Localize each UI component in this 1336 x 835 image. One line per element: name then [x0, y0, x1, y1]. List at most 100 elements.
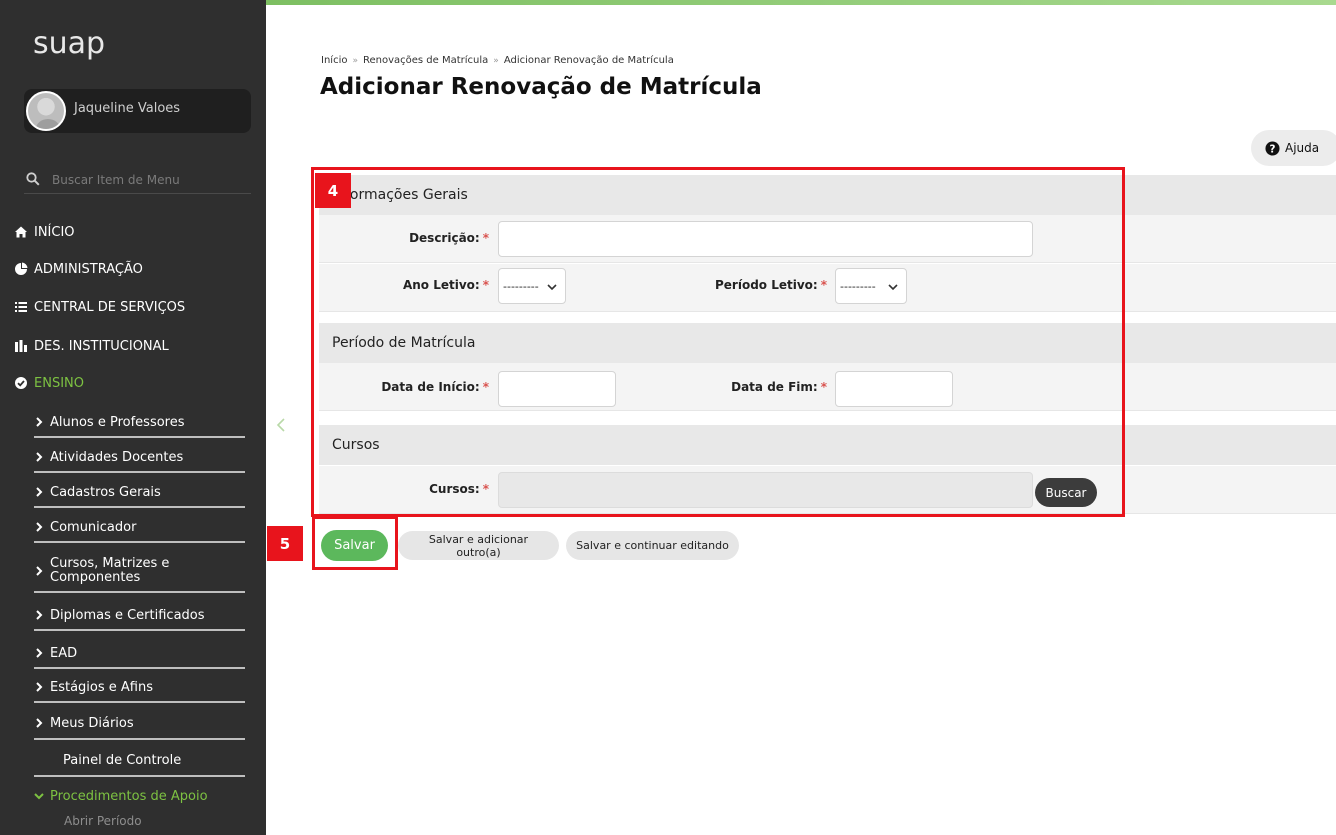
periodo-letivo-select[interactable]: ---------	[835, 268, 907, 304]
help-label: Ajuda	[1285, 141, 1320, 155]
sidebar-item-central-servicos[interactable]: CENTRAL DE SERVIÇOS	[14, 296, 185, 318]
cursos-label: Cursos: *	[429, 482, 489, 496]
data-inicio-label: Data de Início: *	[381, 380, 489, 394]
chevron-right-icon	[36, 610, 43, 620]
section-general-header: Informações Gerais	[319, 175, 1336, 215]
chevron-right-icon	[36, 566, 43, 576]
sidebar-item-label: DES. INSTITUCIONAL	[34, 338, 169, 354]
breadcrumb-separator: »	[352, 55, 358, 66]
section-enrollment-header: Período de Matrícula	[319, 323, 1336, 363]
breadcrumb-item-current: Adicionar Renovação de Matrícula	[503, 55, 674, 66]
data-inicio-input[interactable]	[498, 371, 616, 407]
chevron-right-icon	[36, 487, 43, 497]
chevron-down-icon	[547, 284, 557, 291]
data-fim-input[interactable]	[835, 371, 953, 407]
menu-search	[24, 168, 251, 194]
user-profile[interactable]: Jaqueline Valoes	[24, 89, 251, 133]
sidebar-item-cadastros-gerais[interactable]: Cadastros Gerais	[34, 478, 245, 508]
breadcrumb-item-renovacoes[interactable]: Renovações de Matrícula	[363, 55, 488, 66]
sidebar-item-label: Painel de Controle	[63, 752, 182, 768]
sidebar-item-procedimentos-apoio[interactable]: Procedimentos de Apoio	[34, 784, 245, 808]
sidebar-item-label: Cadastros Gerais	[50, 484, 161, 500]
sidebar-item-label: Atividades Docentes	[50, 449, 184, 465]
row-cursos: Cursos: *	[319, 466, 1336, 514]
sidebar-item-abrir-periodo[interactable]: Abrir Período	[64, 814, 142, 828]
avatar	[26, 91, 66, 131]
sidebar: suap Jaqueline Valoes INÍCIO ADMINISTRAÇ…	[0, 0, 266, 835]
sidebar-item-des-institucional[interactable]: DES. INSTITUCIONAL	[14, 335, 169, 357]
chevron-right-icon	[36, 417, 43, 427]
search-icon	[26, 172, 40, 186]
app-logo[interactable]: suap	[33, 26, 105, 61]
help-button[interactable]: ? Ajuda	[1251, 130, 1336, 166]
sidebar-item-cursos-matrizes[interactable]: Cursos, Matrizes e Componentes	[34, 551, 245, 593]
periodo-letivo-label: Período Letivo: *	[714, 278, 827, 292]
save-button[interactable]: Salvar	[321, 530, 388, 561]
select-value: ---------	[840, 279, 876, 293]
check-circle-icon	[15, 377, 27, 389]
select-value: ---------	[503, 279, 539, 293]
data-fim-label: Data de Fim: *	[731, 380, 827, 394]
bar-chart-icon	[15, 340, 27, 352]
sidebar-item-label: Meus Diários	[50, 715, 134, 731]
sidebar-item-label: Cursos, Matrizes e Componentes	[50, 556, 170, 585]
section-title: Cursos	[332, 437, 380, 453]
sidebar-item-estagios[interactable]: Estágios e Afins	[34, 673, 245, 703]
sidebar-item-label: Procedimentos de Apoio	[50, 788, 208, 804]
sidebar-item-label: Comunicador	[50, 519, 137, 535]
menu-search-input[interactable]	[52, 170, 242, 190]
list-icon	[15, 302, 27, 312]
sidebar-item-comunicador[interactable]: Comunicador	[34, 513, 245, 543]
cursos-field[interactable]	[498, 472, 1033, 508]
top-accent-strip	[266, 0, 1336, 5]
section-courses-header: Cursos	[319, 425, 1336, 465]
row-ano-periodo: Ano Letivo: * --------- Período Letivo: * …	[319, 264, 1336, 312]
chevron-right-icon	[36, 452, 43, 462]
row-descricao: Descrição: *	[319, 215, 1336, 263]
sidebar-item-label: Alunos e Professores	[50, 414, 185, 430]
chevron-down-icon	[34, 793, 44, 800]
sidebar-item-inicio[interactable]: INÍCIO	[14, 221, 75, 243]
descricao-input[interactable]	[498, 221, 1033, 257]
chevron-right-icon	[36, 522, 43, 532]
sidebar-item-label: EAD	[50, 645, 78, 661]
sidebar-item-diplomas[interactable]: Diplomas e Certificados	[34, 601, 245, 631]
sidebar-item-ead[interactable]: EAD	[34, 639, 245, 669]
section-title: Período de Matrícula	[332, 335, 476, 351]
breadcrumb-item-inicio[interactable]: Início	[321, 55, 347, 66]
save-continue-editing-button[interactable]: Salvar e continuar editando	[566, 531, 739, 560]
sidebar-item-label: INÍCIO	[34, 224, 75, 240]
save-add-another-button[interactable]: Salvar e adicionar outro(a)	[398, 531, 559, 560]
row-datas: Data de Início: * Data de Fim: *	[319, 363, 1336, 411]
sidebar-item-label: Diplomas e Certificados	[50, 607, 205, 623]
sidebar-item-label: ADMINISTRAÇÃO	[34, 261, 143, 277]
chevron-down-icon	[888, 284, 898, 291]
annotation-badge-step-5: 5	[267, 526, 303, 561]
collapse-sidebar-icon[interactable]	[274, 416, 288, 434]
breadcrumb-separator: »	[493, 55, 499, 66]
sidebar-item-administracao[interactable]: ADMINISTRAÇÃO	[14, 258, 143, 280]
sidebar-item-meus-diarios[interactable]: Meus Diários	[34, 708, 245, 740]
pie-chart-icon	[15, 262, 28, 275]
page-title: Adicionar Renovação de Matrícula	[320, 74, 762, 100]
question-circle-icon: ?	[1265, 140, 1280, 156]
ano-letivo-select[interactable]: ---------	[498, 268, 566, 304]
sidebar-item-label: ENSINO	[34, 375, 84, 391]
sidebar-item-ensino[interactable]: ENSINO	[14, 372, 84, 394]
section-title: Informações Gerais	[332, 187, 468, 203]
home-icon	[15, 226, 27, 238]
breadcrumb: Início » Renovações de Matrícula » Adici…	[321, 55, 674, 66]
svg-text:?: ?	[1270, 143, 1276, 155]
search-courses-button[interactable]: Buscar	[1035, 478, 1097, 507]
sidebar-item-alunos-professores[interactable]: Alunos e Professores	[34, 408, 245, 438]
chevron-right-icon	[36, 648, 43, 658]
chevron-right-icon	[36, 718, 43, 728]
ano-letivo-label: Ano Letivo: *	[402, 278, 489, 292]
descricao-label: Descrição: *	[409, 231, 489, 245]
sidebar-item-painel-controle[interactable]: Painel de Controle	[34, 745, 245, 777]
sidebar-item-atividades-docentes[interactable]: Atividades Docentes	[34, 443, 245, 473]
chevron-right-icon	[36, 682, 43, 692]
sidebar-item-label: CENTRAL DE SERVIÇOS	[34, 299, 186, 315]
annotation-badge-step-4: 4	[315, 173, 351, 208]
user-name: Jaqueline Valoes	[74, 101, 181, 116]
